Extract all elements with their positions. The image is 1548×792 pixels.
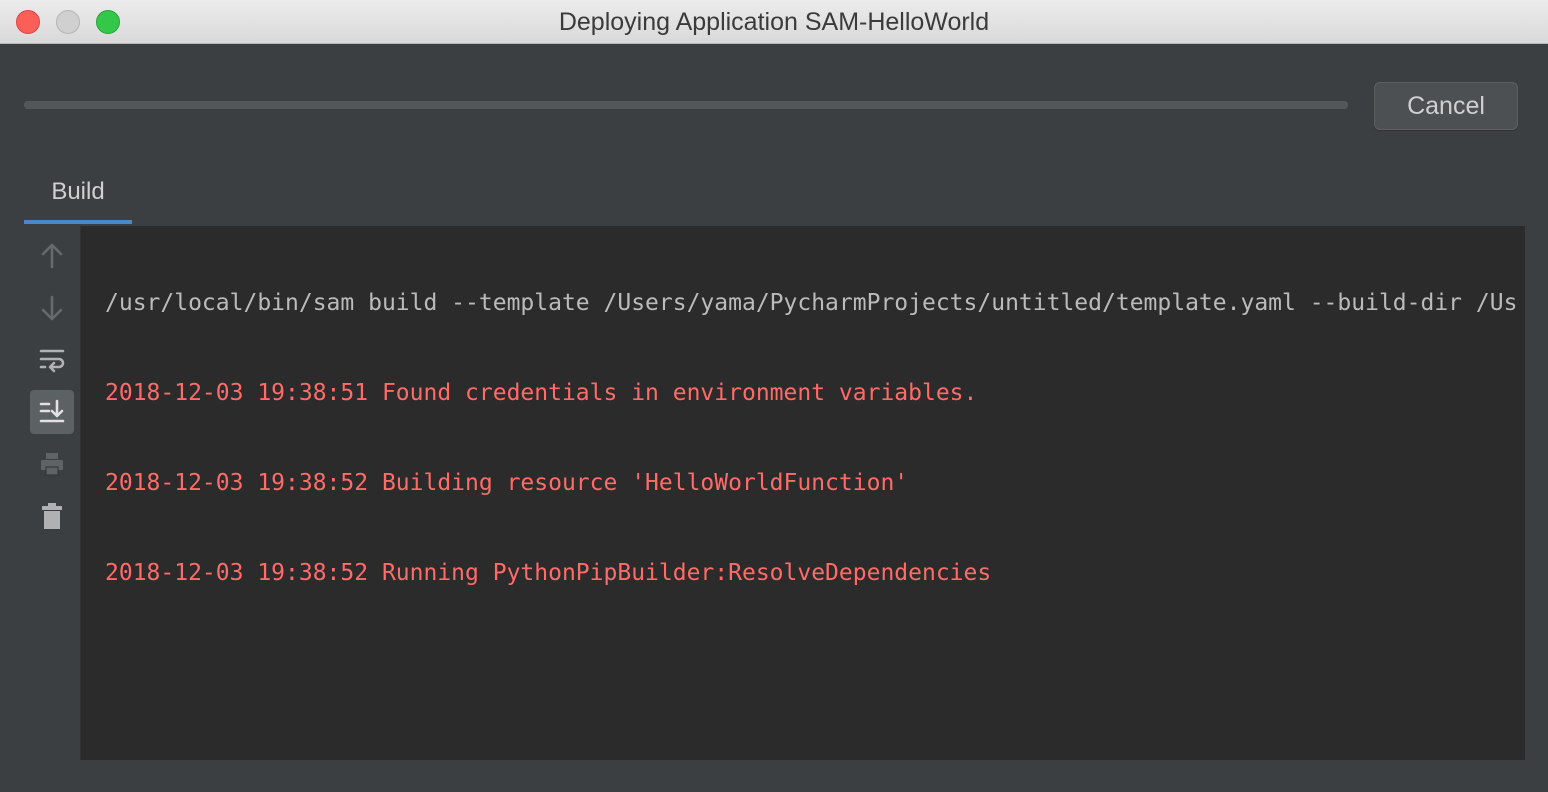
print-icon — [41, 453, 63, 476]
console-line-credentials: 2018-12-03 19:38:51 Found credentials in… — [105, 380, 978, 406]
clear-all-button[interactable] — [30, 494, 74, 538]
scroll-to-end-icon — [39, 399, 65, 423]
console-line-command: /usr/local/bin/sam build --template /Use… — [105, 290, 1518, 316]
previous-occurrence-button[interactable] — [30, 234, 74, 278]
print-button[interactable] — [30, 442, 74, 486]
window-title: Deploying Application SAM-HelloWorld — [558, 8, 990, 36]
title-bar: Deploying Application SAM-HelloWorld — [0, 0, 1548, 44]
progress-fill — [24, 101, 1348, 109]
next-occurrence-button[interactable] — [30, 286, 74, 330]
soft-wrap-button[interactable] — [30, 338, 74, 382]
console-line-building: 2018-12-03 19:38:52 Building resource 'H… — [105, 470, 909, 496]
cancel-button[interactable]: Cancel — [1374, 82, 1518, 130]
console-lines: /usr/local/bin/sam build --template /Use… — [105, 228, 1525, 648]
console-output[interactable]: /usr/local/bin/sam build --template /Use… — [80, 226, 1525, 760]
trash-icon — [42, 503, 62, 529]
scroll-to-end-button[interactable] — [30, 390, 74, 434]
deploy-dialog: Deploying Application SAM-HelloWorld Can… — [0, 0, 1548, 792]
console-toolbar — [24, 226, 80, 760]
tab-active-indicator — [24, 220, 132, 224]
down-arrow-icon — [41, 295, 63, 321]
up-arrow-icon — [41, 243, 63, 269]
tab-build[interactable]: Build — [24, 170, 132, 226]
console-line-running: 2018-12-03 19:38:52 Running PythonPipBui… — [105, 560, 992, 586]
progress-bar — [24, 101, 1348, 109]
soft-wrap-icon — [39, 349, 65, 373]
